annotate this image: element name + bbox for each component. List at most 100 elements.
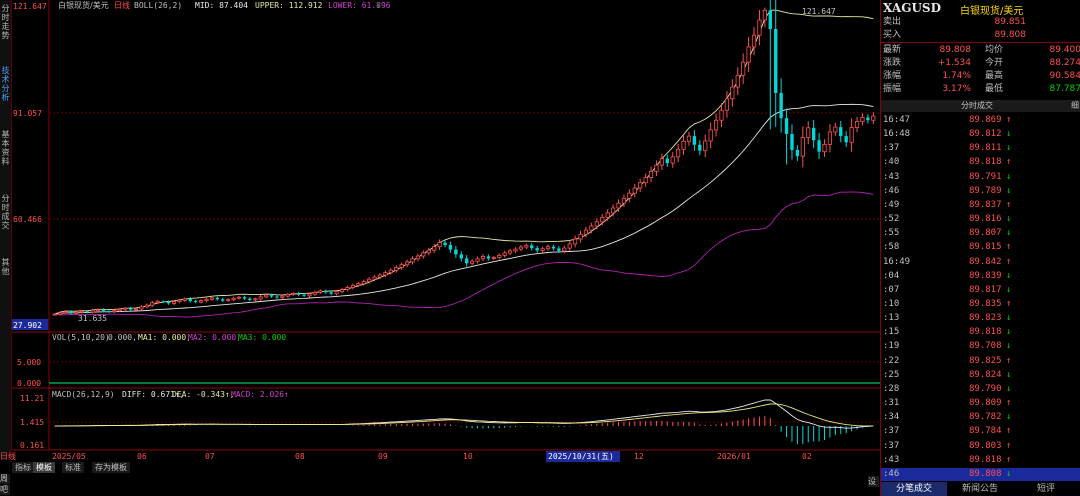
candle (567, 240, 572, 252)
side-button-forum[interactable]: 吧 (0, 485, 10, 495)
tick-row[interactable]: 16:49 89.842 ↑ (881, 256, 1080, 269)
vol-ma1: MA1: 0.000, (138, 333, 191, 342)
chart-area[interactable]: 白银现货/美元 日线 BOLL(26,2) MID: 87.404 UPPER:… (12, 0, 880, 462)
tick-time: :46 (883, 185, 900, 196)
tick-row[interactable]: :13 89.823 ↓ (881, 312, 1080, 325)
tick-row[interactable]: :22 89.825 ↑ (881, 355, 1080, 368)
tick-price: 89.869 (969, 115, 1002, 125)
candle (692, 130, 697, 151)
candle-body (535, 248, 539, 251)
candle-body (394, 267, 399, 271)
candle (530, 242, 534, 251)
tick-time: :31 (883, 398, 900, 409)
tick-row[interactable]: :31 89.809 ↑ (881, 397, 1080, 410)
tick-row[interactable]: :07 89.817 ↓ (881, 284, 1080, 297)
candle-body (833, 126, 838, 133)
candle-body (513, 248, 518, 252)
tick-row[interactable]: :19 89.708 ↓ (881, 340, 1080, 353)
candle (676, 143, 681, 163)
candle-body (762, 9, 767, 21)
candle-body (85, 311, 89, 313)
candle (790, 124, 794, 160)
tick-time: :43 (883, 171, 900, 182)
tick-row[interactable]: :37 89.803 ↑ (881, 440, 1080, 453)
tick-row[interactable]: :40 89.818 ↑ (881, 156, 1080, 169)
macd-axis-bottom: 0.161 (20, 441, 44, 450)
candle-body (670, 156, 675, 164)
tab-short-review[interactable]: 短评 (1013, 482, 1079, 496)
tick-direction-icon: ↓ (1006, 327, 1012, 338)
tick-row[interactable]: :25 89.824 ↓ (881, 369, 1080, 382)
candle-body (698, 144, 702, 151)
settings-button[interactable]: 设 (868, 476, 879, 487)
ticks-header-detail[interactable]: 细 (1071, 100, 1079, 112)
tick-row[interactable]: :43 89.791 ↓ (881, 171, 1080, 184)
side-tab-fundamentals[interactable]: 基本资料 (0, 130, 11, 166)
tab-news[interactable]: 新闻公告 (947, 482, 1013, 496)
tick-direction-icon: ↓ (1006, 284, 1012, 295)
tab-save-template[interactable]: 存为模板 (92, 462, 130, 473)
candle-body (654, 164, 659, 172)
stat-value: 89.808 (939, 45, 972, 55)
tick-row[interactable]: :52 89.816 ↓ (881, 213, 1080, 226)
candle (578, 230, 583, 243)
quote-stat-row: 最新 89.808 均价 89.400 (881, 44, 1080, 57)
candle-body (784, 118, 789, 135)
tick-row[interactable]: :43 89.818 ↑ (881, 454, 1080, 467)
x-tick-label: 10 (463, 452, 473, 461)
tick-direction-icon: ↓ (1006, 143, 1012, 154)
tab-tick-trades[interactable]: 分笔成交 (881, 482, 947, 496)
candle (312, 290, 318, 296)
tick-row[interactable]: :46 89.789 ↓ (881, 185, 1080, 198)
tick-row[interactable]: 16:48 89.812 ↓ (881, 128, 1080, 141)
tick-time: :55 (883, 228, 900, 239)
candle-body (713, 119, 719, 131)
tick-row[interactable]: :04 89.839 ↓ (881, 270, 1080, 283)
tab-standard[interactable]: 标准 (62, 462, 84, 473)
candle-body (166, 302, 171, 304)
candle (817, 132, 821, 160)
candle-body (860, 117, 865, 122)
tab-template[interactable]: 模板 (33, 462, 55, 473)
tick-row[interactable]: :15 89.818 ↓ (881, 326, 1080, 339)
tick-row[interactable]: :37 89.811 ↓ (881, 142, 1080, 155)
candle-body (258, 296, 263, 300)
period-selector[interactable]: 日线 (0, 451, 28, 462)
side-tab-ticks[interactable]: 分时成交 (0, 194, 11, 230)
candle (480, 254, 486, 262)
tick-price: 89.807 (969, 228, 1002, 239)
tick-row[interactable]: :55 89.807 ↓ (881, 227, 1080, 240)
candle-body (248, 298, 252, 300)
tick-row[interactable]: :34 89.782 ↓ (881, 411, 1080, 424)
tick-direction-icon: ↓ (1006, 214, 1012, 225)
tick-row[interactable]: 16:47 89.869 ↑ (881, 114, 1080, 127)
side-button-week[interactable]: 周 (0, 474, 10, 484)
candle (648, 166, 654, 183)
tick-price: 89.809 (969, 398, 1002, 409)
tick-row[interactable]: :58 89.815 ↑ (881, 241, 1080, 254)
candle (540, 246, 545, 253)
candle-body (139, 306, 144, 310)
side-tab-time-chart[interactable]: 分时走势 (0, 4, 11, 40)
tick-row[interactable]: :37 89.784 ↑ (881, 425, 1080, 438)
tick-row[interactable]: :46 89.808 ↓ (881, 467, 1080, 481)
candle-body (659, 158, 664, 166)
tick-row[interactable]: :28 89.790 ↓ (881, 383, 1080, 396)
side-tab-tech-analysis[interactable]: 技术分析 (0, 66, 11, 102)
side-tab-other[interactable]: 其他 (0, 258, 11, 276)
tick-time: :28 (883, 383, 900, 394)
vol-axis-mid: 5.000 (17, 358, 41, 367)
ticks-list[interactable]: 16:47 89.869 ↑ 16:48 89.812 ↓:37 89.811 ↓:40 89.… (881, 114, 1080, 482)
tick-row[interactable]: :10 89.835 ↑ (881, 298, 1080, 311)
stat-value: 87.787 (1049, 84, 1080, 94)
tick-price: 89.835 (969, 299, 1002, 309)
candle (632, 183, 637, 198)
tick-row[interactable]: :49 89.837 ↑ (881, 199, 1080, 212)
candle-body (177, 299, 182, 303)
candle-body (150, 302, 155, 306)
candle-body (795, 149, 800, 157)
candle-body (480, 255, 486, 260)
candle-body (827, 131, 833, 145)
tab-indicator[interactable]: 指标 (12, 462, 34, 473)
tick-price: 89.824 (969, 369, 1002, 380)
